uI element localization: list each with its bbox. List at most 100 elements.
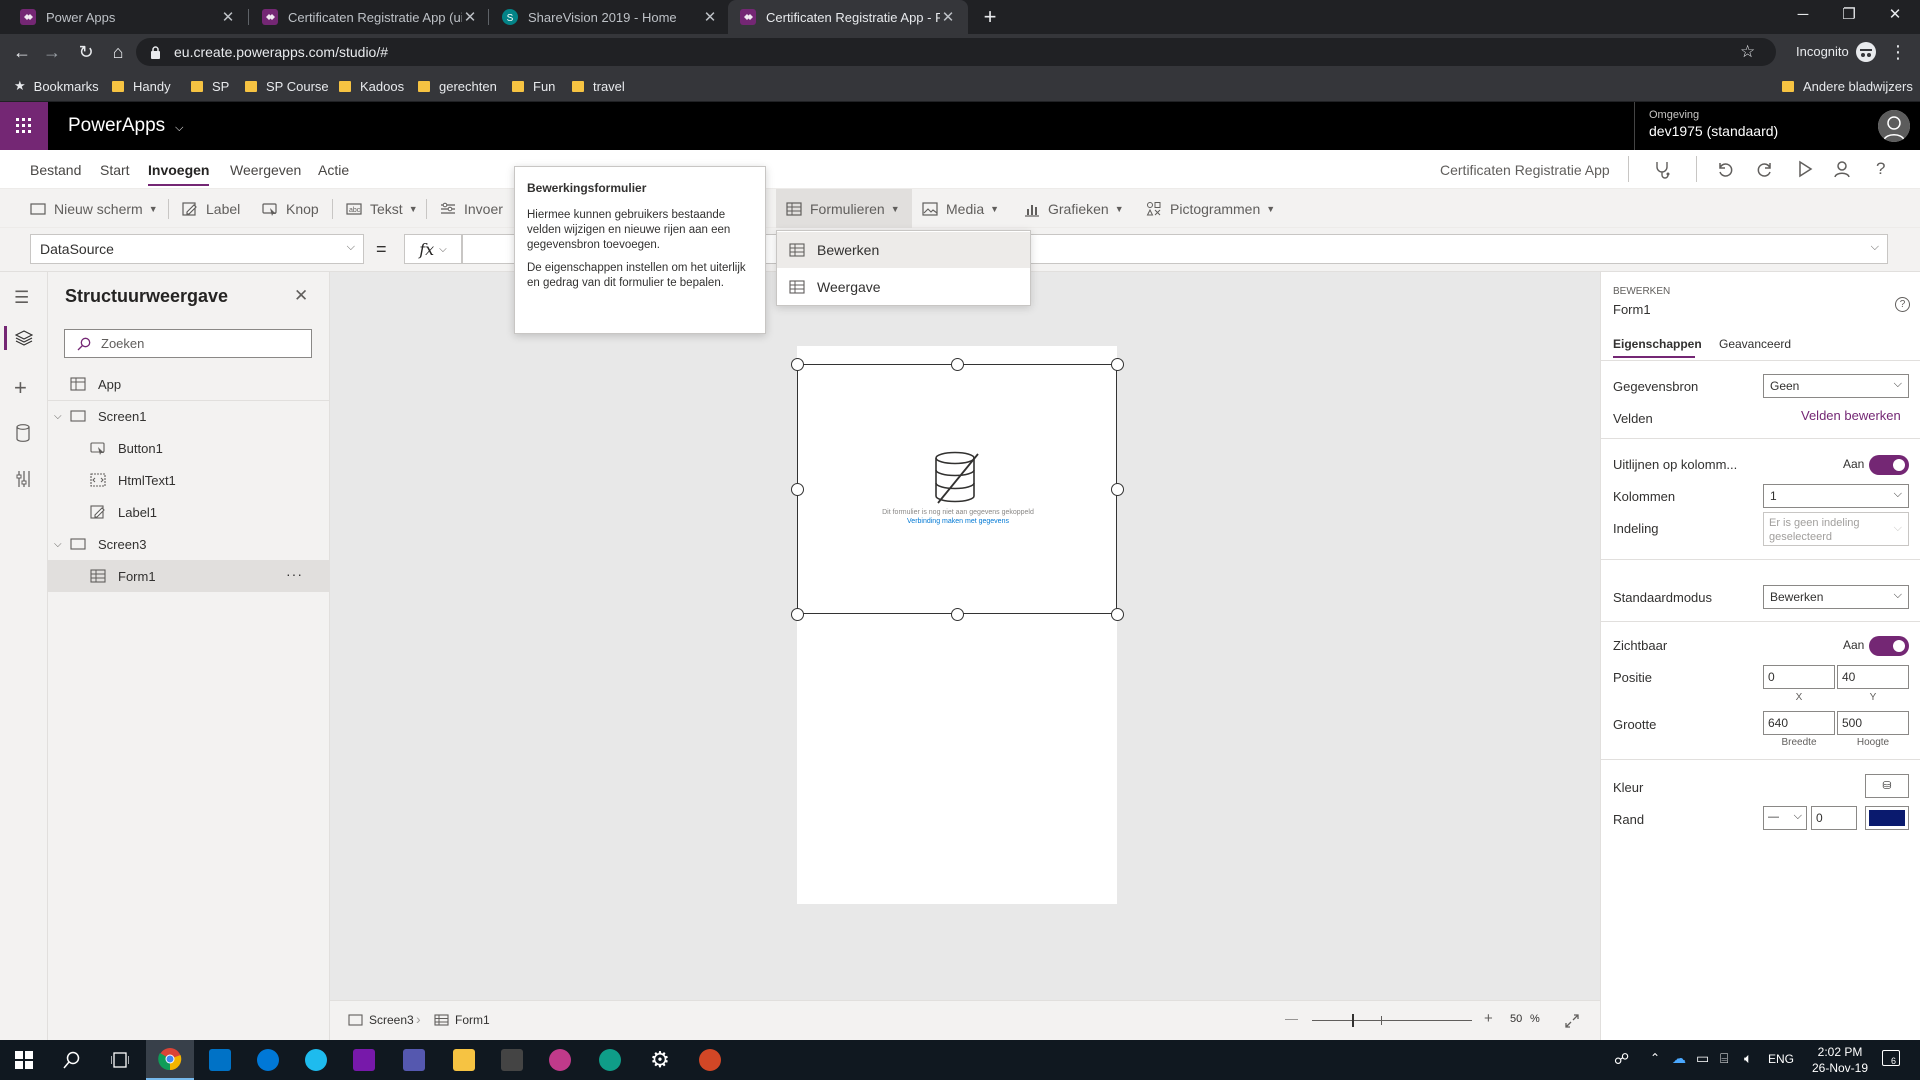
taskbar-teams[interactable] [390, 1040, 438, 1080]
taskbar-explorer[interactable] [440, 1040, 488, 1080]
battery-icon[interactable]: ▭ [1696, 1050, 1709, 1067]
resize-handle-bottom[interactable] [951, 608, 964, 621]
onedrive-icon[interactable]: ☁ [1672, 1050, 1686, 1067]
bookmark-bookmarks[interactable]: ★ Bookmarks [14, 77, 99, 95]
insert-media-button[interactable]: Media ▼ [922, 189, 999, 229]
fill-color-picker[interactable]: ⛁ [1865, 774, 1909, 798]
taskbar-calculator[interactable] [488, 1040, 536, 1080]
taskbar-snipping[interactable] [536, 1040, 584, 1080]
fit-to-window-icon[interactable] [1564, 1013, 1580, 1029]
tree-node-label1[interactable]: Label1 [48, 496, 330, 528]
app-checker-icon[interactable] [1652, 159, 1672, 179]
bookmark-folder-sp-course[interactable]: SP Course [245, 77, 329, 95]
home-icon[interactable]: ⌂ [104, 38, 132, 66]
zoom-slider-track[interactable] [1312, 1020, 1472, 1021]
menu-item-edit-form[interactable]: Bewerken [777, 232, 1030, 268]
hamburger-menu-icon[interactable]: ☰ [14, 288, 29, 308]
border-width-input[interactable]: 0 [1811, 806, 1857, 830]
back-icon[interactable]: ← [8, 38, 36, 66]
address-bar[interactable]: eu.create.powerapps.com/studio/# ☆ [136, 38, 1776, 66]
connect-data-link[interactable]: Verbinding maken met gegevens [798, 518, 1118, 525]
snap-columns-toggle[interactable] [1869, 455, 1909, 475]
play-preview-icon[interactable] [1796, 160, 1814, 178]
taskbar-outlook[interactable] [196, 1040, 244, 1080]
datasource-dropdown[interactable]: Geen ⌵ [1763, 374, 1909, 398]
tab-eigenschappen[interactable]: Eigenschappen [1613, 337, 1702, 351]
browser-tab-1[interactable]: Power Apps ✕ [8, 0, 248, 34]
tree-node-screen3[interactable]: ⌵ Screen3 [48, 528, 330, 560]
language-indicator[interactable]: ENG [1768, 1052, 1794, 1066]
taskbar-powerpoint[interactable] [686, 1040, 734, 1080]
avatar[interactable] [1878, 110, 1910, 142]
menu-bestand[interactable]: Bestand [30, 162, 81, 178]
insert-label-button[interactable]: Label [182, 189, 240, 229]
default-mode-dropdown[interactable]: Bewerken ⌵ [1763, 585, 1909, 609]
insert-plus-icon[interactable]: + [14, 377, 27, 399]
tree-view-layers-icon[interactable] [15, 330, 33, 346]
bookmark-folder-sp[interactable]: SP [191, 77, 229, 95]
border-color-picker[interactable] [1865, 806, 1909, 830]
new-screen-button[interactable]: Nieuw scherm ▼ [30, 189, 158, 229]
close-tab-icon[interactable]: ✕ [462, 8, 478, 26]
forms-dropdown-button[interactable]: Formulieren ▼ [776, 189, 912, 229]
data-sources-icon[interactable] [16, 424, 30, 442]
bookmark-star-icon[interactable]: ☆ [1740, 38, 1755, 66]
tab-geavanceerd[interactable]: Geavanceerd [1719, 337, 1791, 351]
help-icon[interactable]: ? [1895, 297, 1910, 312]
taskbar-settings[interactable]: ⚙ [636, 1040, 684, 1080]
resize-handle-top[interactable] [951, 358, 964, 371]
redo-icon[interactable] [1756, 160, 1774, 178]
menu-invoegen[interactable]: Invoegen [148, 162, 210, 186]
tree-node-htmltext1[interactable]: HtmlText1 [48, 464, 330, 496]
help-icon[interactable]: ? [1876, 159, 1885, 179]
other-bookmarks[interactable]: Andere bladwijzers [1782, 77, 1913, 95]
insert-input-button[interactable]: Invoer [440, 189, 503, 229]
browser-menu-icon[interactable]: ⋮ [1884, 38, 1912, 66]
close-tab-icon[interactable]: ✕ [702, 8, 718, 26]
tree-node-form1[interactable]: Form1 ··· [48, 560, 330, 592]
notification-center-icon[interactable]: 6 [1882, 1050, 1900, 1066]
breadcrumb-control[interactable]: Form1 [434, 1013, 490, 1027]
bookmark-folder-fun[interactable]: Fun [512, 77, 555, 95]
browser-tab-3[interactable]: S ShareVision 2019 - Home ✕ [490, 0, 730, 34]
people-icon[interactable]: ☍ [1614, 1050, 1629, 1068]
reload-icon[interactable]: ↻ [72, 38, 100, 66]
incognito-icon[interactable] [1856, 42, 1876, 62]
restore-window-icon[interactable]: ❐ [1826, 0, 1872, 30]
windows-start-button[interactable] [0, 1040, 48, 1080]
app-launcher-button[interactable] [0, 102, 48, 150]
resize-handle-bottom-left[interactable] [791, 608, 804, 621]
taskbar-search-button[interactable] [48, 1040, 96, 1080]
width-input[interactable]: 640 [1763, 711, 1835, 735]
volume-icon[interactable]: 🔈︎ [1744, 1050, 1752, 1067]
bookmark-folder-gerechten[interactable]: gerechten [418, 77, 497, 95]
tree-search-input[interactable]: Zoeken [64, 329, 312, 358]
bookmark-folder-handy[interactable]: Handy [112, 77, 171, 95]
network-icon[interactable]: ⌸ [1720, 1050, 1728, 1067]
close-window-icon[interactable]: ✕ [1872, 0, 1918, 30]
user-account-icon[interactable] [1834, 160, 1852, 178]
position-x-input[interactable]: 0 [1763, 665, 1835, 689]
border-style-dropdown[interactable]: — ⌵ [1763, 806, 1807, 830]
task-view-button[interactable] [96, 1040, 144, 1080]
visible-toggle[interactable] [1869, 636, 1909, 656]
layout-dropdown[interactable]: Er is geen indeling geselecteerd ⌵ [1763, 512, 1909, 546]
bookmark-folder-travel[interactable]: travel [572, 77, 625, 95]
more-options-icon[interactable]: ··· [286, 566, 303, 582]
minimize-window-icon[interactable]: ─ [1780, 0, 1826, 30]
edit-fields-link[interactable]: Velden bewerken [1801, 408, 1901, 423]
form1-control[interactable]: Dit formulier is nog niet aan gegevens g… [797, 364, 1117, 614]
tree-node-screen1[interactable]: ⌵ Screen1 [48, 400, 330, 432]
menu-actie[interactable]: Actie [318, 162, 349, 178]
taskbar-ie[interactable] [292, 1040, 340, 1080]
close-tab-icon[interactable]: ✕ [220, 8, 236, 26]
clock[interactable]: 2:02 PM 26-Nov-19 [1808, 1044, 1872, 1076]
tree-node-app[interactable]: App [48, 368, 330, 400]
app-name[interactable]: PowerApps ⌵ [68, 102, 184, 150]
taskbar-edge-dev[interactable] [586, 1040, 634, 1080]
browser-tab-4-active[interactable]: Certificaten Registratie App - Pov ✕ [728, 0, 968, 34]
zoom-slider-thumb[interactable] [1352, 1014, 1354, 1027]
taskbar-chrome[interactable] [146, 1040, 194, 1080]
close-icon[interactable]: ✕ [294, 286, 308, 306]
close-tab-icon[interactable]: ✕ [940, 8, 956, 26]
